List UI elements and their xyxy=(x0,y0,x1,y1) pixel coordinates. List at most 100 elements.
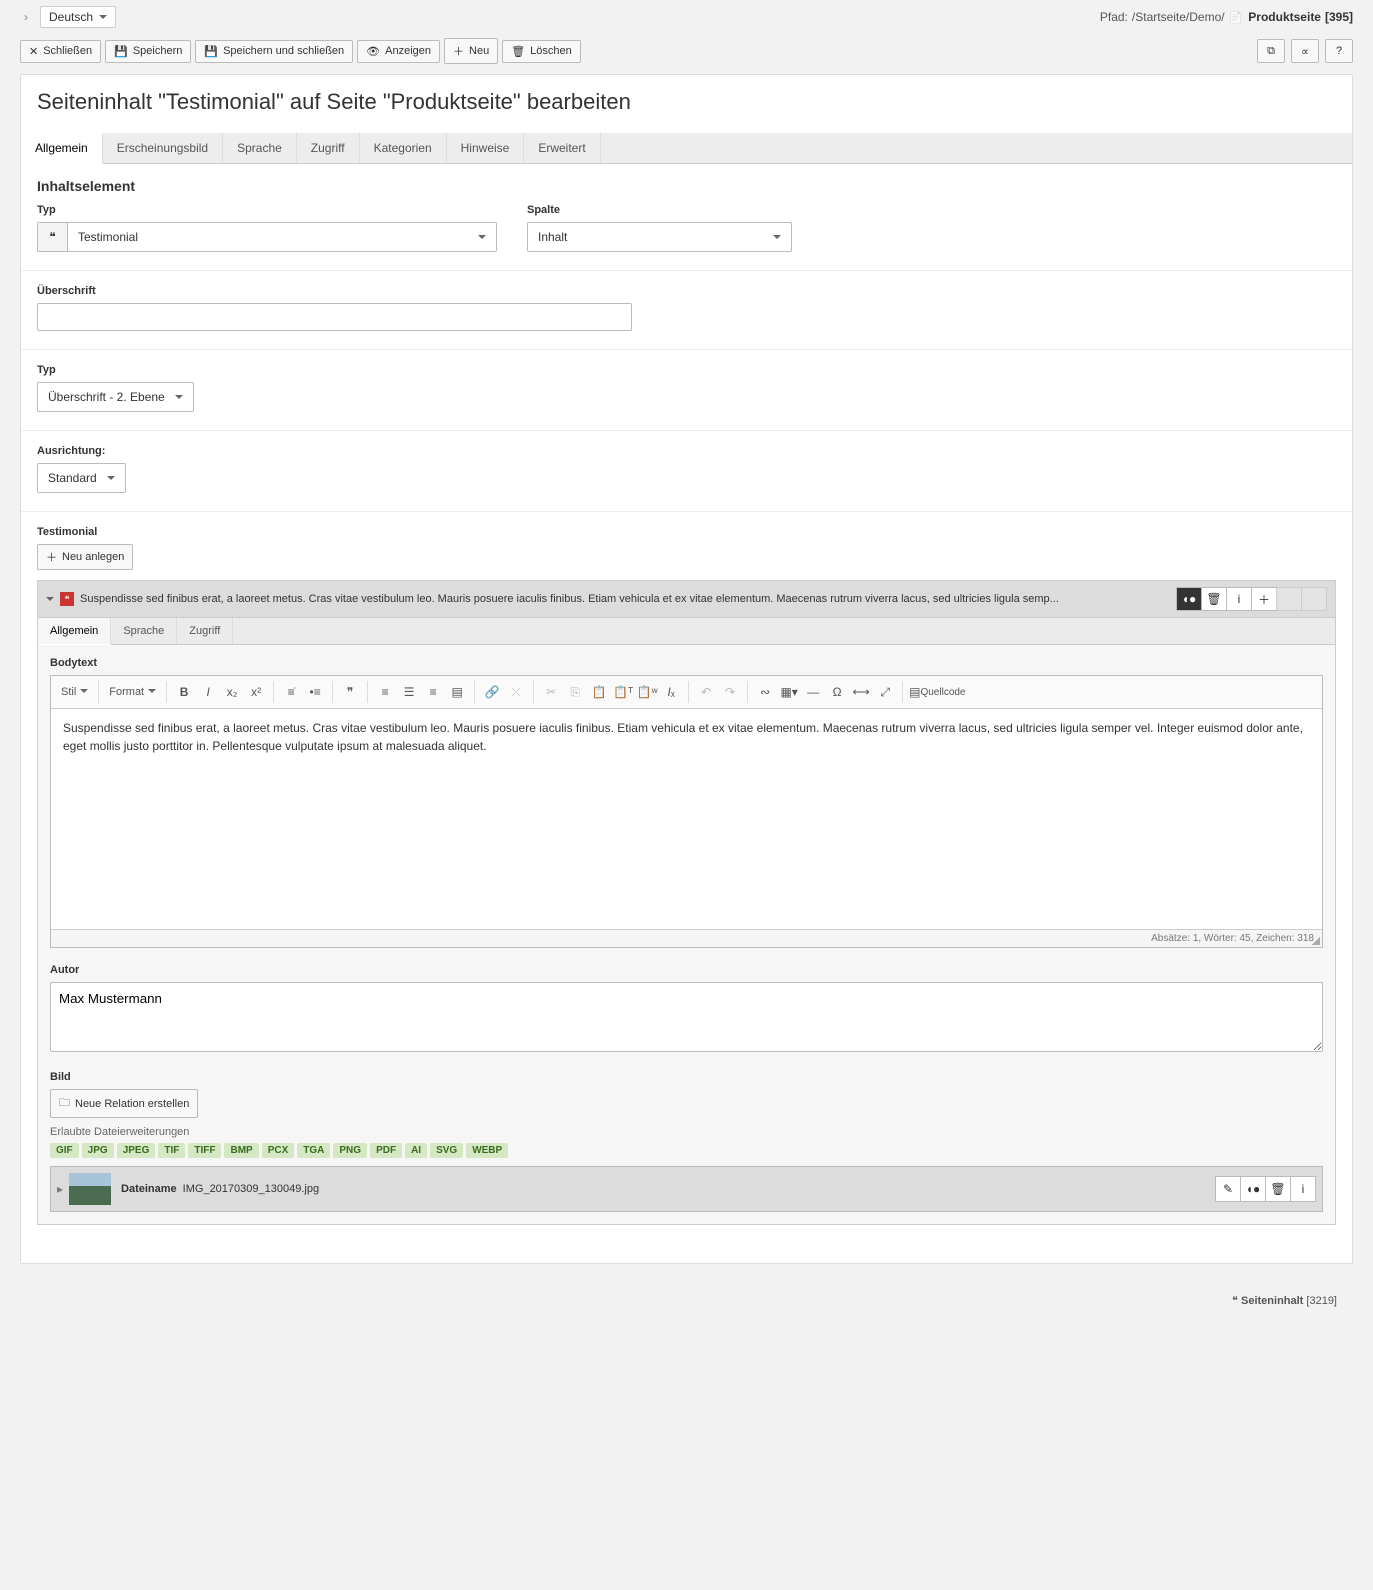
header-type-select[interactable]: Überschrift - 2. Ebene xyxy=(37,382,194,412)
language-select[interactable]: Deutsch xyxy=(40,6,116,28)
save-button[interactable]: 💾 Speichern xyxy=(105,40,191,63)
rte-editor: Stil Format B I x₂ x² xyxy=(50,675,1323,948)
paste-button[interactable]: 📋 xyxy=(588,681,610,703)
subscript-button[interactable]: x₂ xyxy=(221,681,243,703)
colpos-select[interactable]: Inhalt xyxy=(527,222,792,252)
source-button[interactable]: ▤ Quellcode xyxy=(909,681,965,703)
find-button[interactable]: ∾ xyxy=(754,681,776,703)
save-close-button[interactable]: 💾 Speichern und schließen xyxy=(195,40,353,63)
current-page-name[interactable]: Produktseite xyxy=(1248,10,1321,24)
undo-button[interactable]: ↶ xyxy=(695,681,717,703)
sort-down-disabled xyxy=(1301,587,1327,611)
expand-file-button[interactable]: ▸ xyxy=(57,1182,63,1196)
current-page-id: [395] xyxy=(1325,10,1353,24)
type-label: Typ xyxy=(37,204,497,216)
blockquote-button[interactable]: ❞ xyxy=(339,681,361,703)
info-record-button[interactable]: i xyxy=(1226,587,1252,611)
remove-format-button[interactable]: Iₓ xyxy=(660,681,682,703)
collapse-nav-button[interactable]: › xyxy=(20,8,32,26)
paste-text-button[interactable]: 📋ᵀ xyxy=(612,681,634,703)
file-ext-badge: AI xyxy=(405,1143,427,1158)
file-ext-badge: GIF xyxy=(50,1143,79,1158)
thumbnail-icon xyxy=(69,1173,111,1205)
footer-label: Seiteninhalt xyxy=(1241,1295,1303,1307)
link-button[interactable]: 🔗 xyxy=(481,681,503,703)
bold-button[interactable]: B xyxy=(173,681,195,703)
collapse-record-button[interactable] xyxy=(46,592,54,606)
ctype-value: Testimonial xyxy=(68,230,468,244)
add-testimonial-button[interactable]: ＋ Neu anlegen xyxy=(37,544,133,570)
hr-button[interactable]: — xyxy=(802,681,824,703)
cut-button[interactable]: ✂ xyxy=(540,681,562,703)
copy-button[interactable]: ⎘ xyxy=(564,681,586,703)
page-icon xyxy=(1229,10,1245,24)
rte-status: Absätze: 1, Wörter: 45, Zeichen: 318 xyxy=(51,929,1322,947)
rte-format-select[interactable]: Format xyxy=(105,681,160,703)
author-input[interactable] xyxy=(50,982,1323,1052)
close-button[interactable]: ✕ Schließen xyxy=(20,40,101,63)
italic-button[interactable]: I xyxy=(197,681,219,703)
new-relation-button[interactable]: 🗀 Neue Relation erstellen xyxy=(50,1089,198,1118)
table-button[interactable]: ▦▾ xyxy=(778,681,800,703)
tab-categories[interactable]: Kategorien xyxy=(360,133,447,163)
superscript-button[interactable]: x² xyxy=(245,681,267,703)
new-button[interactable]: ＋ Neu xyxy=(444,38,498,64)
view-button[interactable]: 👁 Anzeigen xyxy=(357,40,440,63)
add-record-button[interactable]: ＋ xyxy=(1251,587,1277,611)
toggle-file-button[interactable]: ◖● xyxy=(1240,1176,1266,1202)
chevron-down-icon xyxy=(175,390,183,404)
specialchar-button[interactable]: Ω xyxy=(826,681,848,703)
maximize-button[interactable]: ⤢ xyxy=(874,681,896,703)
delete-file-button[interactable]: 🗑 xyxy=(1265,1176,1291,1202)
chevron-down-icon xyxy=(99,10,107,24)
help-button[interactable]: ? xyxy=(1325,39,1353,63)
breadcrumb[interactable]: /Startseite/Demo/ xyxy=(1132,10,1225,24)
toggle-visibility-button[interactable]: ◖● xyxy=(1176,587,1202,611)
inner-tab-language[interactable]: Sprache xyxy=(111,618,177,644)
info-file-button[interactable]: i xyxy=(1290,1176,1316,1202)
edit-file-button[interactable]: ✎ xyxy=(1215,1176,1241,1202)
delete-record-button[interactable]: 🗑 xyxy=(1201,587,1227,611)
bullet-list-button[interactable]: •≡ xyxy=(304,681,326,703)
softhyphen-button[interactable]: ⟷ xyxy=(850,681,872,703)
align-left-button[interactable]: ≡ xyxy=(374,681,396,703)
inner-tab-general[interactable]: Allgemein xyxy=(38,618,111,645)
tab-language[interactable]: Sprache xyxy=(223,133,297,163)
inner-tab-access[interactable]: Zugriff xyxy=(177,618,233,644)
file-ext-badge: WEBP xyxy=(466,1143,508,1158)
align-right-button[interactable]: ≡ xyxy=(422,681,444,703)
rte-style-select[interactable]: Stil xyxy=(57,681,92,703)
paste-word-button[interactable]: 📋ʷ xyxy=(636,681,658,703)
header-input[interactable] xyxy=(37,303,632,331)
tab-notes[interactable]: Hinweise xyxy=(447,133,525,163)
delete-button[interactable]: 🗑 Löschen xyxy=(502,40,581,63)
footer-id: [3219] xyxy=(1306,1295,1337,1307)
tab-general[interactable]: Allgemein xyxy=(21,133,103,164)
alignment-label: Ausrichtung: xyxy=(37,445,1336,457)
file-ext-badge: JPG xyxy=(82,1143,114,1158)
alignment-select[interactable]: Standard xyxy=(37,463,126,493)
alignment-value: Standard xyxy=(48,471,97,485)
numbered-list-button[interactable]: ≡̇ xyxy=(280,681,302,703)
file-reference-row: ▸ DateinameIMG_20170309_130049.jpg ✎ ◖● … xyxy=(50,1166,1323,1212)
rte-textarea[interactable]: Suspendisse sed finibus erat, a laoreet … xyxy=(51,709,1322,929)
share-button[interactable]: ∝ xyxy=(1291,39,1319,63)
tab-extended[interactable]: Erweitert xyxy=(524,133,600,163)
file-name[interactable]: DateinameIMG_20170309_130049.jpg xyxy=(121,1183,319,1195)
unlink-button[interactable]: ⤫ xyxy=(505,681,527,703)
file-ext-badge: TIF xyxy=(158,1143,185,1158)
align-center-button[interactable]: ☰ xyxy=(398,681,420,703)
align-justify-button[interactable]: ▤ xyxy=(446,681,468,703)
record-preview[interactable]: Suspendisse sed finibus erat, a laoreet … xyxy=(80,592,1177,606)
inline-record: ❝ Suspendisse sed finibus erat, a laoree… xyxy=(37,580,1336,1225)
file-ext-badge: PDF xyxy=(370,1143,402,1158)
redo-button[interactable]: ↷ xyxy=(719,681,741,703)
path-label: Pfad: xyxy=(1100,10,1128,24)
tab-appearance[interactable]: Erscheinungsbild xyxy=(103,133,223,163)
open-new-window-button[interactable]: ⧉ xyxy=(1257,39,1285,63)
tab-access[interactable]: Zugriff xyxy=(297,133,360,163)
header-type-label: Typ xyxy=(37,364,1336,376)
module-heading: Seiteninhalt "Testimonial" auf Seite "Pr… xyxy=(21,75,1352,133)
ctype-select[interactable]: ❝ Testimonial xyxy=(37,222,497,252)
chevron-down-icon xyxy=(107,471,115,485)
